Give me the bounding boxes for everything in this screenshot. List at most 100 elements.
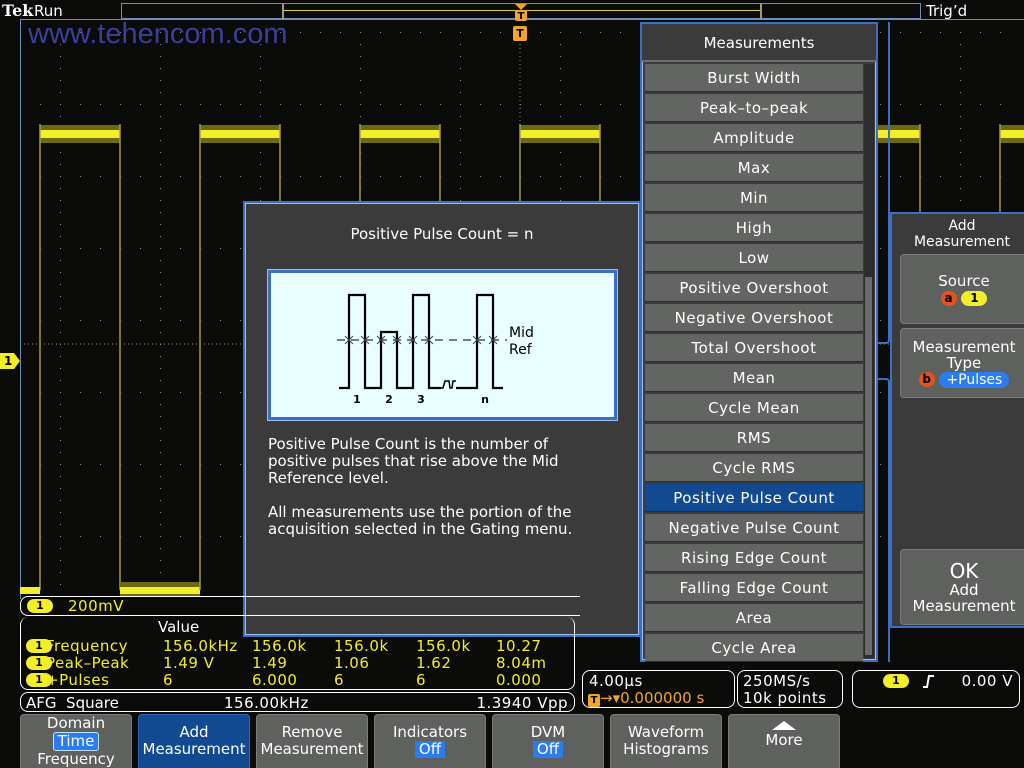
grid-dot: [540, 176, 541, 177]
measurement-item[interactable]: Min: [645, 184, 863, 212]
button-label: DVM: [530, 723, 566, 741]
grid-dot: [240, 176, 241, 177]
grid-dot: [160, 56, 161, 57]
grid-dot: [480, 176, 481, 177]
grid-dot: [480, 104, 481, 105]
grid-dot: [260, 116, 261, 117]
grid-dot: [560, 68, 561, 69]
grid-dot: [540, 32, 541, 33]
grid-dot: [60, 380, 61, 381]
value-column-header: Value: [158, 618, 200, 636]
grid-dot: [400, 32, 401, 33]
trace-high-level: [40, 130, 120, 138]
horizontal-readout[interactable]: 4.00µs T →▾0.000000 s: [582, 670, 735, 708]
measurement-item[interactable]: Peak–to–peak: [645, 94, 863, 122]
measurements-list: Burst Width Peak–to–peak Amplitude Max Min Hi…: [645, 64, 863, 664]
grid-dot: [960, 32, 961, 33]
grid-dot: [60, 512, 61, 513]
grid-dot: [960, 44, 961, 45]
grid-dot: [960, 104, 961, 105]
ok-add-measurement-button[interactable]: OK Add Measurement: [900, 549, 1024, 625]
indicators-button[interactable]: Indicators Off: [374, 714, 486, 768]
grid-dot: [440, 32, 441, 33]
grid-dot: [440, 104, 441, 105]
grid-dot: [160, 152, 161, 153]
measurement-item[interactable]: Burst Width: [645, 64, 863, 92]
acquisition-readout[interactable]: 250MS/s 10k points: [737, 670, 843, 708]
grid-dot: [260, 188, 261, 189]
measurement-item[interactable]: Negative Pulse Count: [645, 514, 863, 542]
measurement-item[interactable]: Positive Pulse Count: [645, 484, 863, 512]
description-line: positive pulses that rise above the Mid: [268, 452, 559, 470]
pulse-n: [456, 293, 503, 390]
measurement-item[interactable]: RMS: [645, 424, 863, 452]
measurement-item[interactable]: High: [645, 214, 863, 242]
grid-dot: [260, 152, 261, 153]
grid-dot: [260, 68, 261, 69]
remove-measurement-button[interactable]: Remove Measurement: [256, 714, 368, 768]
measurement-min: 156.0k: [334, 637, 389, 655]
measurement-item[interactable]: Mean: [645, 364, 863, 392]
measurement-name: +Pulses: [46, 671, 110, 689]
channel1-badge: 1: [27, 599, 53, 613]
measurement-item[interactable]: Amplitude: [645, 124, 863, 152]
grid-dot: [80, 104, 81, 105]
grid-dot: [500, 32, 501, 33]
measurements-scrollbar-thumb[interactable]: [865, 277, 872, 655]
channel1-scale-value: 200mV: [68, 597, 125, 615]
add-measurement-button[interactable]: Add Measurement: [138, 714, 250, 768]
grid-dot: [60, 284, 61, 285]
grid-dot: [140, 104, 141, 105]
grid-dot: [220, 248, 221, 249]
grid-dot: [160, 452, 161, 453]
grid-dot: [60, 296, 61, 297]
description-line: Reference level.: [268, 469, 389, 487]
grid-dot: [1000, 104, 1001, 105]
channel1-scale-readout[interactable]: 1 200mV: [20, 596, 580, 616]
dvm-button[interactable]: DVM Off: [492, 714, 604, 768]
grid-dot: [220, 392, 221, 393]
measurement-item[interactable]: Area: [645, 604, 863, 632]
measurement-type-button[interactable]: Measurement Type b +Pulses: [900, 328, 1024, 398]
measurement-item[interactable]: Cycle Area: [645, 634, 863, 662]
measurement-item[interactable]: Falling Edge Count: [645, 574, 863, 602]
grid-dot: [600, 32, 601, 33]
grid-dot: [580, 104, 581, 105]
grid-dot: [460, 140, 461, 141]
measurement-item[interactable]: Cycle Mean: [645, 394, 863, 422]
grid-dot: [540, 104, 541, 105]
sample-rate: 250MS/s: [743, 672, 811, 690]
more-button[interactable]: More: [728, 714, 840, 768]
button-label: Add: [179, 723, 209, 741]
measurement-item[interactable]: Max: [645, 154, 863, 182]
trigger-readout[interactable]: 1 0.00 V: [852, 670, 1020, 708]
afg-readout[interactable]: AFG Square 156.00kHz 1.3940 Vpp: [20, 692, 575, 712]
grid-dot: [100, 176, 101, 177]
grid-dot: [960, 80, 961, 81]
measurement-item[interactable]: Total Overshoot: [645, 334, 863, 362]
domain-button[interactable]: Domain Time Frequency: [20, 714, 132, 768]
grid-dot: [160, 500, 161, 501]
dvm-state: Off: [532, 741, 564, 758]
grid-dot: [160, 284, 161, 285]
measurement-mean: 6.000: [252, 671, 298, 689]
grid-dot: [140, 464, 141, 465]
grid-dot: [140, 536, 141, 537]
measurement-item[interactable]: Cycle RMS: [645, 454, 863, 482]
source-button[interactable]: Source a 1: [900, 254, 1024, 324]
grid-dot: [60, 176, 61, 177]
trigger-delay: →▾0.000000 s: [600, 689, 705, 707]
measurement-item[interactable]: Positive Overshoot: [645, 274, 863, 302]
measurement-value: 6: [163, 671, 174, 689]
grid-dot: [140, 248, 141, 249]
pulse-diagram-svg: Mid Ref 1 2 3 n: [337, 293, 534, 406]
grid-dot: [460, 176, 461, 177]
grid-dot: [580, 176, 581, 177]
measurement-value: 1.49 V: [163, 654, 215, 672]
measurement-item[interactable]: Negative Overshoot: [645, 304, 863, 332]
grid-dot: [500, 176, 501, 177]
measurement-item[interactable]: Low: [645, 244, 863, 272]
waveform-histograms-button[interactable]: Waveform Histograms: [610, 714, 722, 768]
grid-dot: [100, 536, 101, 537]
measurement-item[interactable]: Rising Edge Count: [645, 544, 863, 572]
